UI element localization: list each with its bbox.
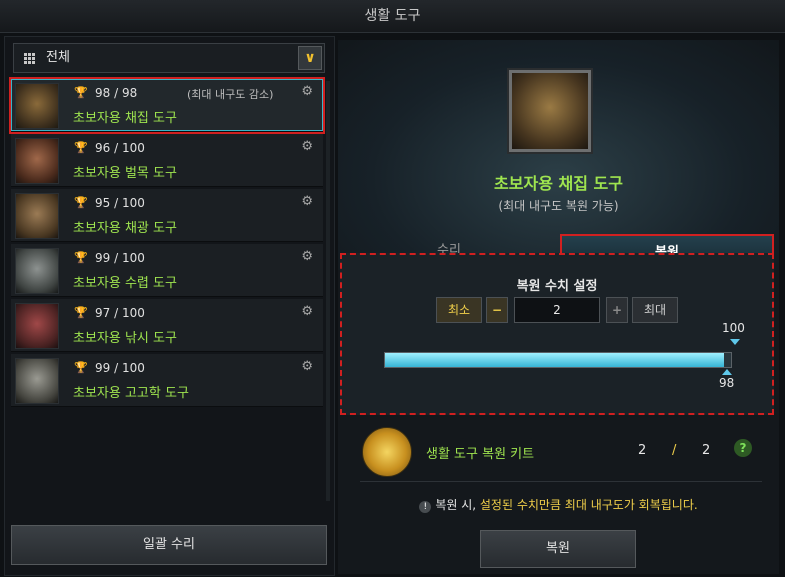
help-icon[interactable]: ? [734, 439, 752, 457]
max-button[interactable]: 최대 [632, 297, 678, 323]
tool-name: 초보자용 벌목 도구 [73, 166, 177, 181]
durability-icon: 🏆 [74, 141, 88, 154]
tool-name: 초보자용 고고학 도구 [73, 386, 189, 401]
axe-icon [15, 138, 59, 184]
durability-text: 99 / 100 [95, 251, 145, 265]
bulk-repair-button[interactable]: 일괄 수리 [11, 525, 327, 565]
gathering-glove-icon [15, 83, 59, 129]
durability-slider[interactable] [384, 352, 732, 368]
tool-name: 초보자용 채집 도구 [73, 111, 177, 126]
tool-type-icon: ⚙ [301, 139, 313, 154]
max-marker-triangle [730, 339, 740, 345]
restore-settings-panel: 복원 수치 설정 최소 − 2 + 최대 100 98 [340, 253, 774, 415]
restore-kit-name: 생활 도구 복원 키트 [426, 447, 535, 462]
durability-icon: 🏆 [74, 86, 88, 99]
tool-name: 초보자용 채광 도구 [73, 221, 177, 236]
gathering-glove-icon [509, 70, 591, 152]
tool-list-panel: 전체 ∨ 🏆 98 / 98 (최대 내구도 감소) ⚙ 초보자용 채집 도구 … [4, 36, 335, 576]
kit-count-separator: / [672, 443, 677, 458]
preview-item-name: 초보자용 채집 도구 [494, 174, 623, 193]
category-filter[interactable]: 전체 ∨ [13, 43, 325, 73]
tool-type-icon: ⚙ [301, 194, 313, 209]
tool-item-gathering[interactable]: 🏆 98 / 98 (최대 내구도 감소) ⚙ 초보자용 채집 도구 [9, 77, 325, 134]
min-button[interactable]: 최소 [436, 297, 482, 323]
max-durability-marker: 100 [722, 321, 745, 335]
restore-button[interactable]: 복원 [480, 530, 636, 568]
info-icon: ! [419, 501, 432, 513]
durability-text: 95 / 100 [95, 196, 145, 210]
restore-settings-title: 복원 수치 설정 [516, 279, 598, 294]
tool-item-archaeology[interactable]: 🏆 99 / 100 ⚙ 초보자용 고고학 도구 [11, 354, 323, 407]
restore-amount-input[interactable]: 2 [514, 297, 600, 323]
current-durability-marker: 98 [719, 376, 735, 390]
tool-type-icon: ⚙ [301, 304, 313, 319]
shovel-icon [15, 358, 59, 404]
pickaxe-icon [15, 193, 59, 239]
tool-name: 초보자용 수렵 도구 [73, 276, 177, 291]
tool-type-icon: ⚙ [301, 84, 313, 99]
detail-panel: 초보자용 채집 도구 (최대 내구도 복원 가능) 수리 복원 복원 수치 설정… [338, 40, 779, 574]
durability-text: 97 / 100 [95, 306, 145, 320]
decrement-button[interactable]: − [486, 297, 508, 323]
window-title: 생활 도구 [0, 0, 785, 33]
restore-kit-row: 생활 도구 복원 키트 2 / 2 ? [360, 423, 762, 482]
tool-item-mining[interactable]: 🏆 95 / 100 ⚙ 초보자용 채광 도구 [11, 189, 323, 242]
hunting-blade-icon [15, 248, 59, 294]
current-marker-triangle [722, 369, 732, 375]
tool-type-icon: ⚙ [301, 249, 313, 264]
durability-text: 98 / 98 [95, 86, 138, 100]
restore-notice: ! 복원 시, 설정된 수치만큼 최대 내구도가 회복됩니다. [338, 496, 779, 513]
filter-label: 전체 [46, 50, 70, 65]
durability-text: 96 / 100 [95, 141, 145, 155]
notice-prefix: 복원 시, [435, 498, 480, 512]
tool-item-fishing[interactable]: 🏆 97 / 100 ⚙ 초보자용 낚시 도구 [11, 299, 323, 352]
list-scrollbar[interactable] [326, 81, 330, 501]
tool-list: 🏆 98 / 98 (최대 내구도 감소) ⚙ 초보자용 채집 도구 🏆 96 … [9, 77, 325, 409]
preview-item-subtitle: (최대 내구도 복원 가능) [498, 199, 619, 213]
kit-have-count: 2 [638, 443, 647, 458]
durability-icon: 🏆 [74, 361, 88, 374]
tool-item-logging[interactable]: 🏆 96 / 100 ⚙ 초보자용 벌목 도구 [11, 134, 323, 187]
durability-icon: 🏆 [74, 251, 88, 264]
fishing-rod-icon [15, 303, 59, 349]
notice-highlight: 설정된 수치만큼 최대 내구도가 회복됩니다. [479, 498, 698, 512]
kit-need-count: 2 [702, 443, 711, 458]
durability-note: (최대 내구도 감소) [187, 88, 274, 101]
tool-item-hunting[interactable]: 🏆 99 / 100 ⚙ 초보자용 수렵 도구 [11, 244, 323, 297]
grid-icon [24, 53, 36, 65]
restore-kit-icon [362, 427, 412, 477]
durability-text: 99 / 100 [95, 361, 145, 375]
durability-slider-fill [385, 353, 725, 367]
durability-icon: 🏆 [74, 196, 88, 209]
tool-type-icon: ⚙ [301, 359, 313, 374]
chevron-down-icon[interactable]: ∨ [298, 46, 322, 70]
increment-button[interactable]: + [606, 297, 628, 323]
tool-name: 초보자용 낚시 도구 [73, 331, 177, 346]
durability-icon: 🏆 [74, 306, 88, 319]
